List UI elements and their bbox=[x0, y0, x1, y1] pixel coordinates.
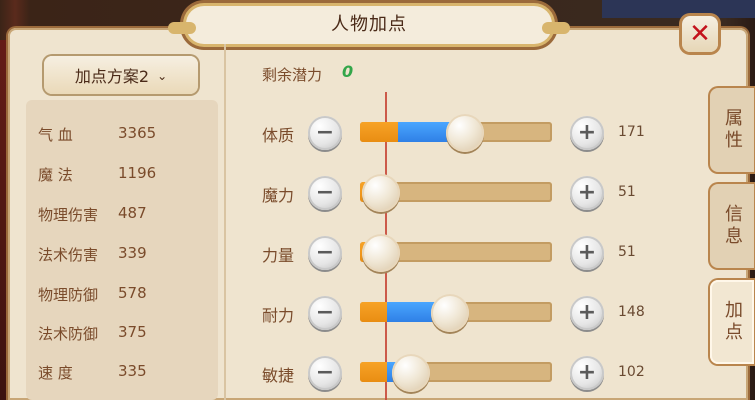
plus-icon: + bbox=[577, 300, 597, 325]
stat-row: 法术防御 375 bbox=[38, 323, 147, 344]
hud-top-right bbox=[602, 0, 755, 18]
stat-row: 法术伤害 339 bbox=[38, 244, 147, 265]
stat-value: 335 bbox=[118, 362, 147, 380]
increase-button[interactable]: + bbox=[570, 356, 604, 390]
attribute-slider[interactable] bbox=[360, 362, 552, 382]
plus-icon: + bbox=[577, 360, 597, 385]
slider-handle[interactable] bbox=[392, 354, 430, 392]
tab-info[interactable]: 信息 bbox=[710, 184, 754, 268]
stat-row: 速 度 335 bbox=[38, 362, 147, 383]
decrease-button[interactable]: − bbox=[308, 296, 342, 330]
stat-row: 魔 法 1196 bbox=[38, 164, 156, 185]
attribute-label: 魔力 bbox=[262, 186, 295, 205]
increase-button[interactable]: + bbox=[570, 116, 604, 150]
stat-label: 物理伤害 bbox=[38, 206, 99, 224]
close-button[interactable]: ✕ bbox=[682, 16, 718, 52]
stat-value: 578 bbox=[118, 284, 147, 302]
attribute-value: 102 bbox=[618, 364, 645, 380]
remaining-points-label: 剩余潜力 bbox=[262, 66, 323, 84]
decrease-button[interactable]: − bbox=[308, 356, 342, 390]
decrease-button[interactable]: − bbox=[308, 116, 342, 150]
slider-fill-base bbox=[360, 122, 398, 142]
stat-value: 487 bbox=[118, 204, 147, 222]
tab-label: 属性 bbox=[722, 108, 743, 152]
slider-handle[interactable] bbox=[446, 114, 484, 152]
stat-value: 1196 bbox=[118, 164, 157, 182]
plus-icon: + bbox=[577, 240, 597, 265]
minus-icon: − bbox=[315, 120, 335, 145]
minus-icon: − bbox=[315, 360, 335, 385]
tab-label: 加点 bbox=[722, 300, 743, 344]
stat-row: 物理伤害 487 bbox=[38, 204, 147, 225]
attribute-value: 51 bbox=[618, 184, 636, 200]
stat-label: 法术伤害 bbox=[38, 246, 99, 264]
stat-label: 法术防御 bbox=[38, 325, 99, 343]
attribute-value: 171 bbox=[618, 124, 645, 140]
plan-selector[interactable]: 加点方案2 ⌄ bbox=[44, 56, 198, 94]
slider-handle[interactable] bbox=[431, 294, 469, 332]
increase-button[interactable]: + bbox=[570, 176, 604, 210]
remaining-points-value: 0 bbox=[342, 62, 354, 81]
attribute-label: 力量 bbox=[262, 246, 295, 265]
minus-icon: − bbox=[315, 240, 335, 265]
column-divider bbox=[224, 44, 226, 400]
stat-value: 339 bbox=[118, 244, 147, 262]
close-icon: ✕ bbox=[689, 19, 711, 49]
panel-title-banner: 人物加点 bbox=[168, 6, 570, 44]
tab-add-points[interactable]: 加点 bbox=[710, 280, 754, 364]
stat-label: 气 血 bbox=[38, 126, 73, 144]
slider-handle[interactable] bbox=[362, 174, 400, 212]
tab-attributes[interactable]: 属性 bbox=[710, 88, 754, 172]
attribute-row-minjie: 敏捷 − + 102 bbox=[262, 354, 702, 392]
panel-title: 人物加点 bbox=[331, 14, 407, 35]
stat-label: 物理防御 bbox=[38, 286, 99, 304]
slider-handle[interactable] bbox=[362, 234, 400, 272]
attribute-value: 148 bbox=[618, 304, 645, 320]
stat-value: 375 bbox=[118, 323, 147, 341]
attribute-row-naili: 耐力 − + 148 bbox=[262, 294, 702, 332]
attribute-row-tizhi: 体质 − + 171 bbox=[262, 114, 702, 152]
minus-icon: − bbox=[315, 180, 335, 205]
plus-icon: + bbox=[577, 180, 597, 205]
plus-icon: + bbox=[577, 120, 597, 145]
chevron-down-icon: ⌄ bbox=[157, 69, 168, 83]
decrease-button[interactable]: − bbox=[308, 236, 342, 270]
stat-label: 魔 法 bbox=[38, 166, 73, 184]
attribute-label: 体质 bbox=[262, 126, 295, 145]
plan-selector-label: 加点方案2 bbox=[74, 67, 150, 86]
increase-button[interactable]: + bbox=[570, 296, 604, 330]
stat-value: 3365 bbox=[118, 124, 157, 142]
increase-button[interactable]: + bbox=[570, 236, 604, 270]
stat-row: 气 血 3365 bbox=[38, 124, 156, 145]
stat-row: 物理防御 578 bbox=[38, 284, 147, 305]
side-tabs: 属性 信息 加点 bbox=[710, 88, 754, 400]
attribute-row-moli: 魔力 − + 51 bbox=[262, 174, 702, 212]
attribute-value: 51 bbox=[618, 244, 636, 260]
slider-fill-base bbox=[360, 362, 387, 382]
stat-label: 速 度 bbox=[38, 364, 73, 382]
tab-label: 信息 bbox=[722, 204, 743, 248]
slider-fill-base bbox=[360, 302, 387, 322]
decrease-button[interactable]: − bbox=[308, 176, 342, 210]
attribute-row-liliang: 力量 − + 51 bbox=[262, 234, 702, 272]
attribute-label: 敏捷 bbox=[262, 366, 295, 385]
minus-icon: − bbox=[315, 300, 335, 325]
attribute-label: 耐力 bbox=[262, 306, 295, 325]
